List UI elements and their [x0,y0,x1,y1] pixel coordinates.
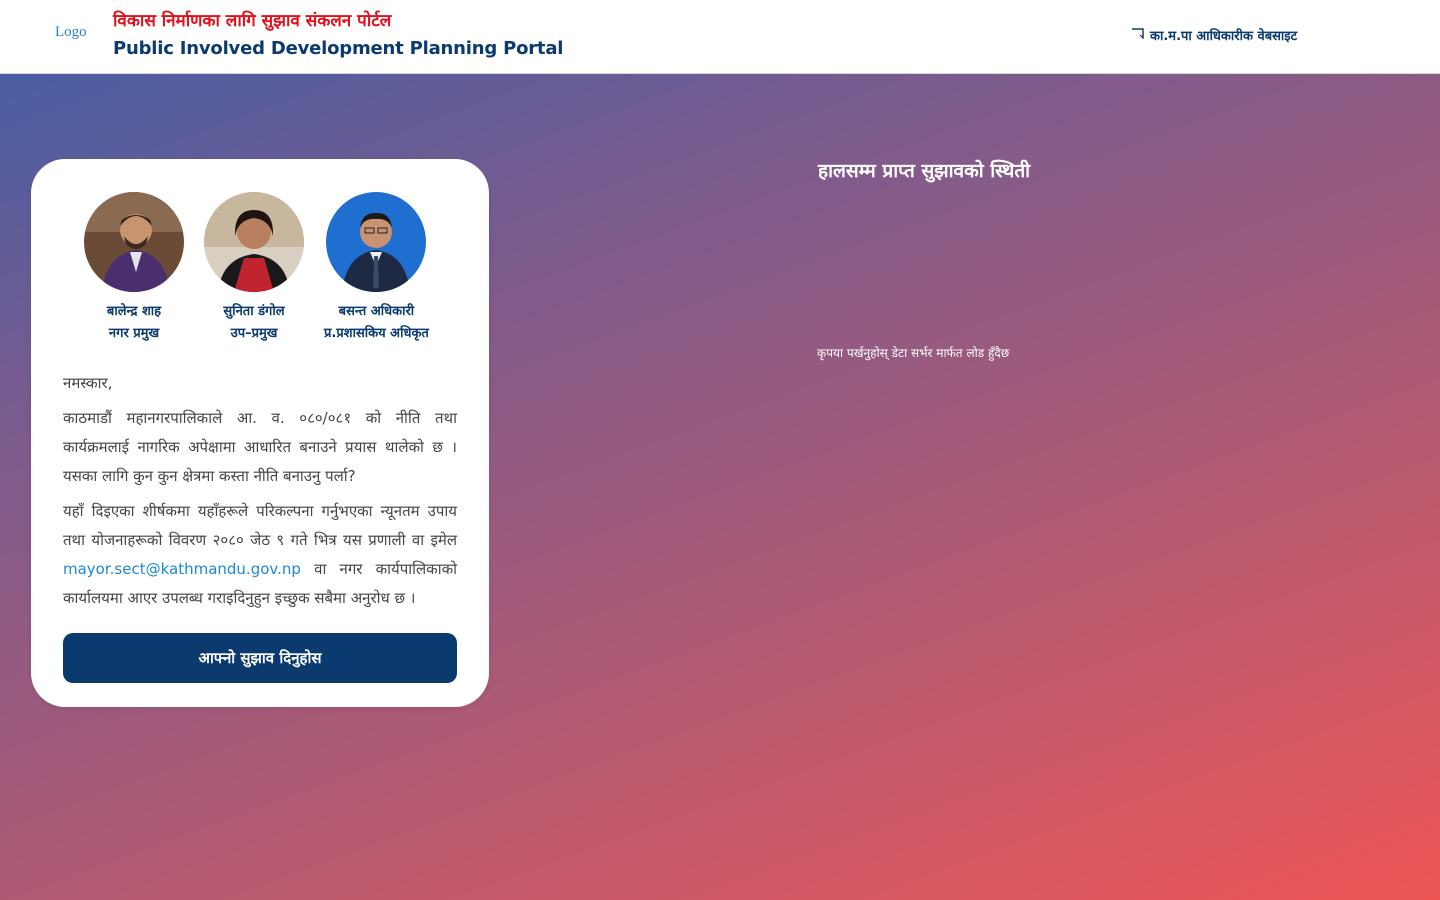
logo-image[interactable]: Logo [55,24,87,41]
loading-message: कृपया पर्खनुहोस् डेटा सर्भर मार्फत लोड ह… [817,346,1010,360]
leader-name: बसन्त अधिकारी [338,304,415,319]
site-title-english: Public Involved Development Planning Por… [113,38,564,59]
official-website-link[interactable]: का.म.पा आधिकारीक वेबसाइट [1131,26,1297,44]
intro-paragraph-2-start: यहाँ दिइएका शीर्षकमा यहाँहरूले परिकल्पना… [63,502,457,549]
status-heading: हालसम्म प्राप्त सुझावको स्थिती [818,160,1031,182]
leader-name: सुनिता डंगोल [223,304,285,319]
intro-text: नमस्कार, काठमाडौं महानगरपालिकाले आ. व. ०… [63,369,457,619]
email-link[interactable]: mayor.sect@kathmandu.gov.np [63,560,301,578]
leader-mayor: बालेन्द्र शाह नगर प्रमुख [84,192,184,345]
deputy-mayor-avatar [204,192,304,292]
intro-paragraph-1: काठमाडौं महानगरपालिकाले आ. व. ०८०/०८१ को… [63,409,457,485]
submit-suggestion-button[interactable]: आफ्नो सुझाव दिनुहोस [63,633,457,683]
site-title-nepali: विकास निर्माणका लागि सुझाव संकलन पोर्टल [113,11,392,31]
leader-role: उप–प्रमुख [230,326,278,341]
greeting: नमस्कार, [63,374,113,392]
external-link-icon [1131,28,1144,42]
leader-deputy-mayor: सुनिता डंगोल उप–प्रमुख [204,192,304,345]
top-navbar: Logo विकास निर्माणका लागि सुझाव संकलन पो… [0,0,1440,74]
cao-avatar [326,192,427,292]
intro-card: बालेन्द्र शाह नगर प्रमुख सुनिता डंगोल उप… [31,159,489,707]
leader-role: नगर प्रमुख [108,326,160,341]
official-website-link-label: का.म.पा आधिकारीक वेबसाइट [1150,29,1298,44]
intro-paragraph-2: यहाँ दिइएका शीर्षकमा यहाँहरूले परिकल्पना… [63,497,457,613]
leader-role: प्र.प्रशासकिय अधिकृत [324,326,429,341]
leader-name: बालेन्द्र शाह [106,304,162,319]
leader-chief-administrative-officer: बसन्त अधिकारी प्र.प्रशासकिय अधिकृत [324,192,429,345]
mayor-avatar [84,192,184,292]
